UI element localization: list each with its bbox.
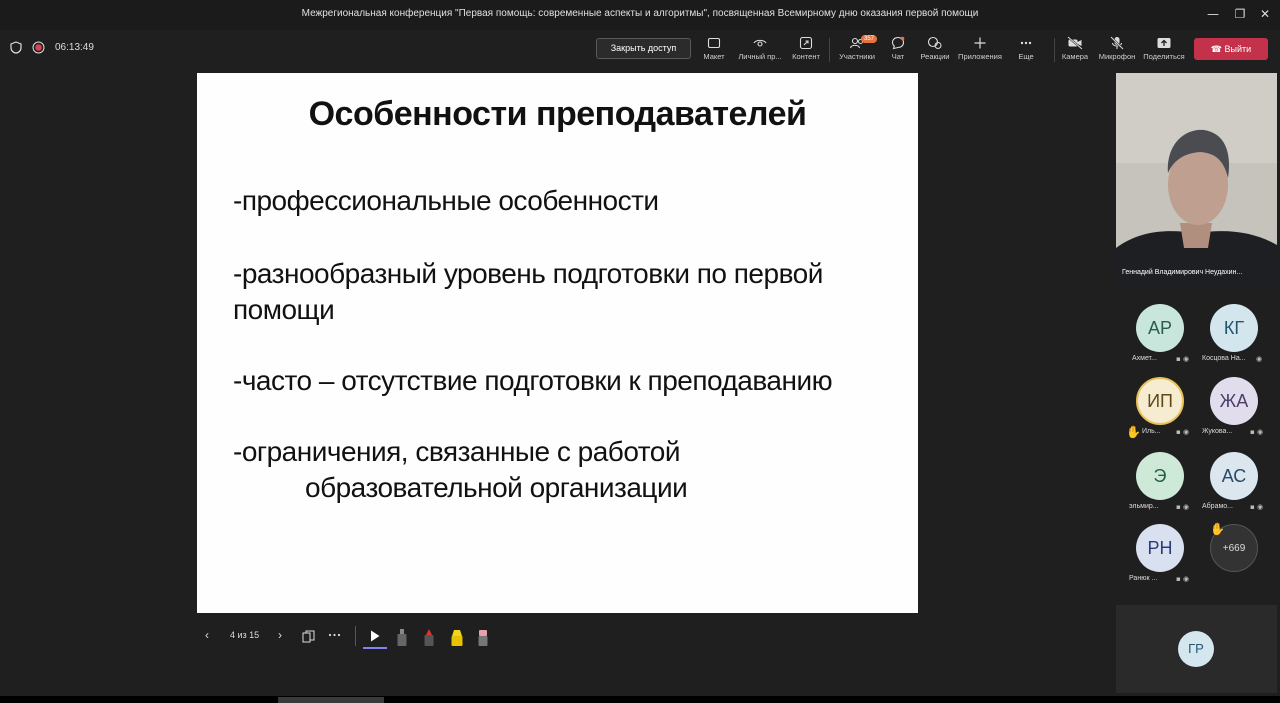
microphone-off-icon [1110, 36, 1124, 50]
slide-bullet: -часто – отсутствие подготовки к препода… [233, 365, 833, 396]
more-options-icon[interactable] [328, 633, 341, 637]
mic-muted-icon: ▪ ◉ [1176, 575, 1190, 583]
camera-button[interactable]: Камера [1051, 35, 1099, 65]
participant-name: эльмир... [1129, 503, 1159, 510]
share-button[interactable]: Поделиться [1140, 35, 1188, 65]
participant-tile[interactable]: КГ Косцова На... ◉ [1194, 302, 1268, 374]
personal-view-button[interactable]: Личный пр... [736, 35, 784, 65]
participant-tile[interactable]: ИП ✋ Иль... ▪ ◉ [1120, 375, 1194, 447]
previous-slide-icon[interactable]: ‹ [205, 628, 209, 642]
mic-muted-icon: ▪ ◉ [1176, 428, 1190, 436]
eraser-icon[interactable] [477, 628, 489, 648]
slide-controls: ‹ 4 из 15 › [197, 620, 517, 652]
active-tool-indicator [363, 647, 387, 649]
participant-tile[interactable]: АР Ахмет... ▪ ◉ [1120, 302, 1194, 374]
content-icon [799, 36, 813, 50]
layout-icon [707, 37, 721, 49]
reactions-button[interactable]: Реакции [911, 35, 959, 65]
slide-bullet: -профессиональные особенности [233, 185, 659, 216]
content-button[interactable]: Контент [782, 35, 830, 65]
participant-name: Ранюк ... [1129, 575, 1158, 582]
avatar: ГР [1178, 631, 1214, 667]
slide-bullet-continued: помощи [233, 294, 335, 325]
presentation-slide: Особенности преподавателей -профессионал… [197, 73, 918, 613]
taskbar-item[interactable] [278, 697, 384, 703]
raised-hand-icon: ✋ [1126, 425, 1141, 439]
avatar: Э [1136, 452, 1184, 500]
reactions-icon [927, 36, 942, 49]
participant-tile[interactable]: ЖА Жукова... ▪ ◉ [1194, 375, 1268, 447]
more-button[interactable]: Еще [1002, 35, 1050, 65]
toolbar-divider [829, 38, 830, 62]
thumbnails-icon[interactable] [302, 630, 315, 643]
recording-icon [32, 41, 45, 54]
chat-icon [891, 36, 905, 50]
more-participants-tile[interactable]: +669 ✋ [1194, 522, 1268, 594]
raised-hand-icon: ✋ [1210, 522, 1225, 536]
leave-button[interactable]: ☎ Выйти [1194, 38, 1268, 60]
taskbar [0, 696, 1280, 703]
slide-bullet: -ограничения, связанные с работой [233, 436, 681, 467]
participant-tile[interactable]: РН Ранюк ... ▪ ◉ [1120, 522, 1194, 594]
avatar: КГ [1210, 304, 1258, 352]
avatar: АР [1136, 304, 1184, 352]
minimize-icon[interactable]: — [1206, 7, 1220, 21]
avatar: РН [1136, 524, 1184, 572]
speaker-name: Геннадий Владимирович Неудахин... [1122, 269, 1243, 276]
mic-muted-icon: ▪ ◉ [1176, 503, 1190, 511]
play-pointer-icon [371, 630, 380, 642]
more-icon [1020, 41, 1032, 45]
leave-label: Выйти [1224, 44, 1252, 54]
participant-name: Косцова На... [1202, 355, 1246, 362]
speaker-video[interactable]: Геннадий Владимирович Неудахин... [1116, 73, 1277, 286]
mic-muted-icon: ▪ ◉ [1176, 355, 1190, 363]
avatar: ЖА [1210, 377, 1258, 425]
participant-name: Абрамо... [1202, 503, 1234, 510]
controls-divider [355, 626, 356, 646]
share-icon [1157, 38, 1171, 48]
pen-tool-icon[interactable] [396, 628, 408, 648]
speaker-video-frame [1116, 73, 1277, 286]
window-title: Межрегиональная конференция "Первая помо… [301, 8, 979, 19]
mic-muted-icon: ▪ ◉ [1250, 503, 1264, 511]
self-view-panel[interactable]: ГР [1116, 605, 1277, 693]
phone-hangup-icon: ☎ [1210, 44, 1223, 54]
participant-name: Ахмет... [1132, 355, 1157, 362]
mic-muted-icon: ◉ [1256, 355, 1263, 363]
microphone-button[interactable]: Микрофон [1093, 35, 1141, 65]
apps-button[interactable]: Приложения [956, 35, 1004, 65]
participant-tile[interactable]: АС Абрамо... ▪ ◉ [1194, 450, 1268, 522]
slide-title: Особенности преподавателей [308, 95, 807, 133]
slide-page-counter: 4 из 15 [230, 630, 260, 640]
mic-muted-icon: ▪ ◉ [1250, 428, 1264, 436]
pointer-tool[interactable] [363, 626, 387, 650]
highlighter-icon[interactable] [450, 628, 464, 648]
plus-icon [974, 37, 986, 49]
layout-button[interactable]: Макет [690, 35, 738, 65]
red-pen-icon[interactable] [423, 628, 435, 648]
shield-icon [10, 41, 22, 54]
participant-name: Жукова... [1202, 428, 1233, 435]
avatar: АС [1210, 452, 1258, 500]
avatar: ИП [1136, 377, 1184, 425]
participant-name: Иль... [1142, 428, 1161, 435]
close-access-button[interactable]: Закрыть доступ [596, 38, 691, 59]
slide-bullet-continued: образовательной организации [305, 472, 688, 503]
window-titlebar: Межрегиональная конференция "Первая помо… [0, 0, 1280, 30]
next-slide-icon[interactable]: › [278, 628, 282, 642]
meeting-timer: 06:13:49 [55, 42, 94, 53]
restore-icon[interactable]: ❐ [1233, 7, 1247, 21]
camera-off-icon [1067, 36, 1083, 50]
eye-icon [753, 39, 767, 47]
participant-tile[interactable]: Э эльмир... ▪ ◉ [1120, 450, 1194, 522]
meeting-toolbar: 06:13:49 Закрыть доступ Макет Личный пр.… [0, 30, 1280, 68]
close-icon[interactable]: ✕ [1258, 7, 1272, 21]
slide-bullet: -разнообразный уровень подготовки по пер… [233, 258, 823, 289]
